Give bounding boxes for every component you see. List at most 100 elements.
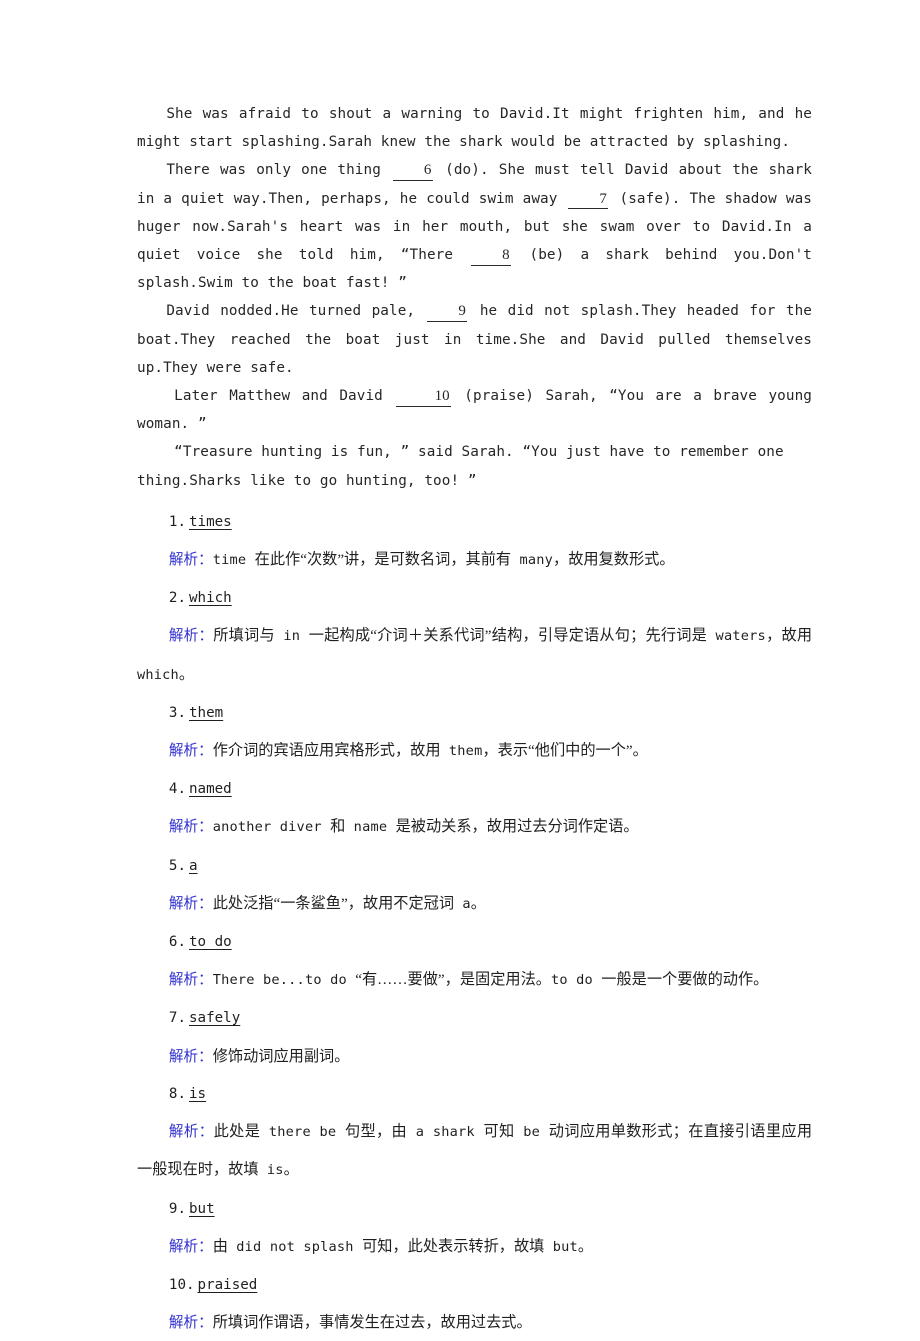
answer-word: a — [189, 857, 198, 874]
explanation-cjk: 可知，此处表示转折，故填 — [362, 1237, 545, 1255]
answer-number: 9. — [168, 1200, 186, 1217]
answer-item: 2. which — [137, 579, 812, 617]
explanation-cjk: 此处是 — [213, 1123, 261, 1141]
explanation-cjk: 作介词的宾语应用宾格形式，故用 — [212, 742, 441, 760]
answer-word: but — [189, 1200, 215, 1217]
explanation-label: 解析 — [168, 1123, 199, 1141]
explanation-latin: them — [440, 743, 483, 760]
answer-item: 7. safely — [137, 999, 812, 1037]
explanation-cjk: 可知 — [483, 1123, 515, 1141]
passage-text: Later Matthew and David — [174, 388, 395, 405]
answer-item: 4. named — [137, 770, 812, 808]
explanation-colon: ： — [198, 1314, 213, 1332]
explanation-colon: ： — [198, 742, 213, 760]
answer-word: safely — [189, 1010, 241, 1027]
explanation-label: 解析 — [168, 627, 199, 645]
answer-word: named — [189, 781, 232, 798]
answer-blank-7[interactable]: 7 — [568, 191, 609, 210]
explanation-cjk: 在此作“次数”讲，是可数名词，其前有 — [254, 551, 512, 569]
explanation-colon: ： — [198, 818, 213, 836]
explanation-latin: time — [212, 552, 255, 569]
explanation-latin: another diver — [212, 819, 331, 836]
explanation-latin: is — [258, 1162, 284, 1179]
answer-explanation: 解析：此处是 there be 句型，由 a shark 可知 be 动词应用单… — [137, 1113, 812, 1189]
explanation-label: 解析 — [168, 971, 199, 989]
explanation-cjk: 一起构成“介词＋关系代词”结构，引导定语从句；先行词是 — [308, 627, 707, 645]
explanation-latin: to do — [550, 972, 602, 989]
answer-item: 9. but — [137, 1190, 812, 1228]
answer-number: 2. — [168, 590, 186, 607]
explanation-cjk: 所填词作谓语，事情发生在过去，故用过去式。 — [212, 1314, 532, 1332]
explanation-cjk: 是被动关系，故用过去分词作定语。 — [395, 818, 639, 836]
answer-number: 5. — [168, 857, 186, 874]
passage-text: There was only one thing — [166, 162, 392, 179]
passage-text: “Treasure hunting is fun, ” said Sarah. … — [137, 444, 784, 489]
answer-key-list: 1. times 解析：time 在此作“次数”讲，是可数名词，其前有 many，故… — [137, 503, 812, 1341]
explanation-colon: ： — [198, 971, 213, 989]
answer-item: 8. is — [137, 1075, 812, 1113]
answer-word: times — [189, 513, 232, 530]
explanation-latin: name — [345, 819, 396, 836]
explanation-cjk: 。 — [577, 1237, 594, 1255]
explanation-latin: waters — [706, 628, 766, 645]
explanation-cjk: 修饰动词应用副词。 — [212, 1047, 350, 1065]
passage-text: David nodded.He turned pale, — [166, 303, 426, 320]
explanation-latin: which — [137, 666, 179, 683]
answer-word: to do — [189, 934, 232, 951]
answer-blank-8[interactable]: 8 — [471, 247, 512, 266]
passage-paragraph: “Treasure hunting is fun, ” said Sarah. … — [137, 438, 812, 494]
explanation-cjk: 由 — [212, 1237, 228, 1255]
explanation-cjk: 此处泛指“一条鲨鱼”，故用不定冠词 — [212, 894, 455, 912]
answer-number: 3. — [168, 704, 186, 721]
explanation-cjk: 。 — [178, 665, 195, 683]
explanation-latin: many — [511, 552, 554, 569]
explanation-latin: in — [274, 628, 309, 645]
answer-word: them — [189, 704, 224, 721]
passage-paragraph: David nodded.He turned pale, 9 he did no… — [137, 297, 812, 382]
answer-word: which — [189, 590, 232, 607]
answer-number: 1. — [168, 513, 186, 530]
answer-item: 6. to do — [137, 923, 812, 961]
explanation-cjk: 。 — [470, 894, 486, 912]
passage-paragraph: Later Matthew and David 10 (praise) Sara… — [137, 382, 812, 438]
explanation-cjk: ，故用复数形式。 — [553, 551, 675, 569]
explanation-latin: a — [454, 895, 471, 912]
passage-paragraph: There was only one thing 6 (do). She mus… — [137, 156, 812, 297]
explanation-colon: ： — [198, 551, 213, 569]
passage-paragraph: She was afraid to shout a warning to Dav… — [137, 100, 812, 156]
answer-blank-6[interactable]: 6 — [393, 163, 434, 182]
explanation-colon: ： — [198, 1237, 213, 1255]
reading-passage: She was afraid to shout a warning to Dav… — [137, 100, 812, 495]
explanation-label: 解析 — [168, 818, 199, 836]
answer-item: 1. times — [137, 503, 812, 541]
document-page: She was afraid to shout a warning to Dav… — [0, 0, 920, 1331]
explanation-cjk: “有……要做”，是固定用法。 — [355, 971, 551, 989]
answer-blank-9[interactable]: 9 — [427, 304, 468, 323]
answer-number: 4. — [168, 781, 186, 798]
answer-explanation: 解析：所填词作谓语，事情发生在过去，故用过去式。 — [137, 1304, 812, 1341]
answer-explanation: 解析：修饰动词应用副词。 — [137, 1038, 812, 1075]
explanation-label: 解析 — [168, 1314, 199, 1332]
explanation-colon: ： — [198, 1123, 214, 1141]
explanation-label: 解析 — [168, 551, 199, 569]
answer-item: 10. praised — [137, 1266, 812, 1304]
explanation-cjk: ，表示“他们中的一个”。 — [482, 742, 648, 760]
answer-number: 10. — [168, 1276, 195, 1293]
explanation-label: 解析 — [168, 894, 199, 912]
explanation-colon: ： — [198, 1047, 213, 1065]
explanation-cjk: ，故用 — [765, 627, 813, 645]
answer-number: 7. — [168, 1010, 186, 1027]
explanation-cjk: 。 — [283, 1161, 299, 1179]
answer-blank-10[interactable]: 10 — [396, 388, 451, 407]
answer-item: 5. a — [137, 847, 812, 885]
explanation-latin: there be — [260, 1124, 346, 1141]
explanation-cjk: 句型，由 — [345, 1123, 408, 1141]
answer-explanation: 解析：此处泛指“一条鲨鱼”，故用不定冠词 a。 — [137, 885, 812, 923]
explanation-colon: ： — [198, 894, 213, 912]
answer-explanation: 解析：time 在此作“次数”讲，是可数名词，其前有 many，故用复数形式。 — [137, 541, 812, 579]
explanation-latin: be — [514, 1124, 549, 1141]
explanation-latin: but — [544, 1238, 578, 1255]
explanation-latin: did not splash — [227, 1238, 363, 1255]
explanation-label: 解析 — [168, 1047, 199, 1065]
explanation-latin: a shark — [407, 1124, 484, 1141]
